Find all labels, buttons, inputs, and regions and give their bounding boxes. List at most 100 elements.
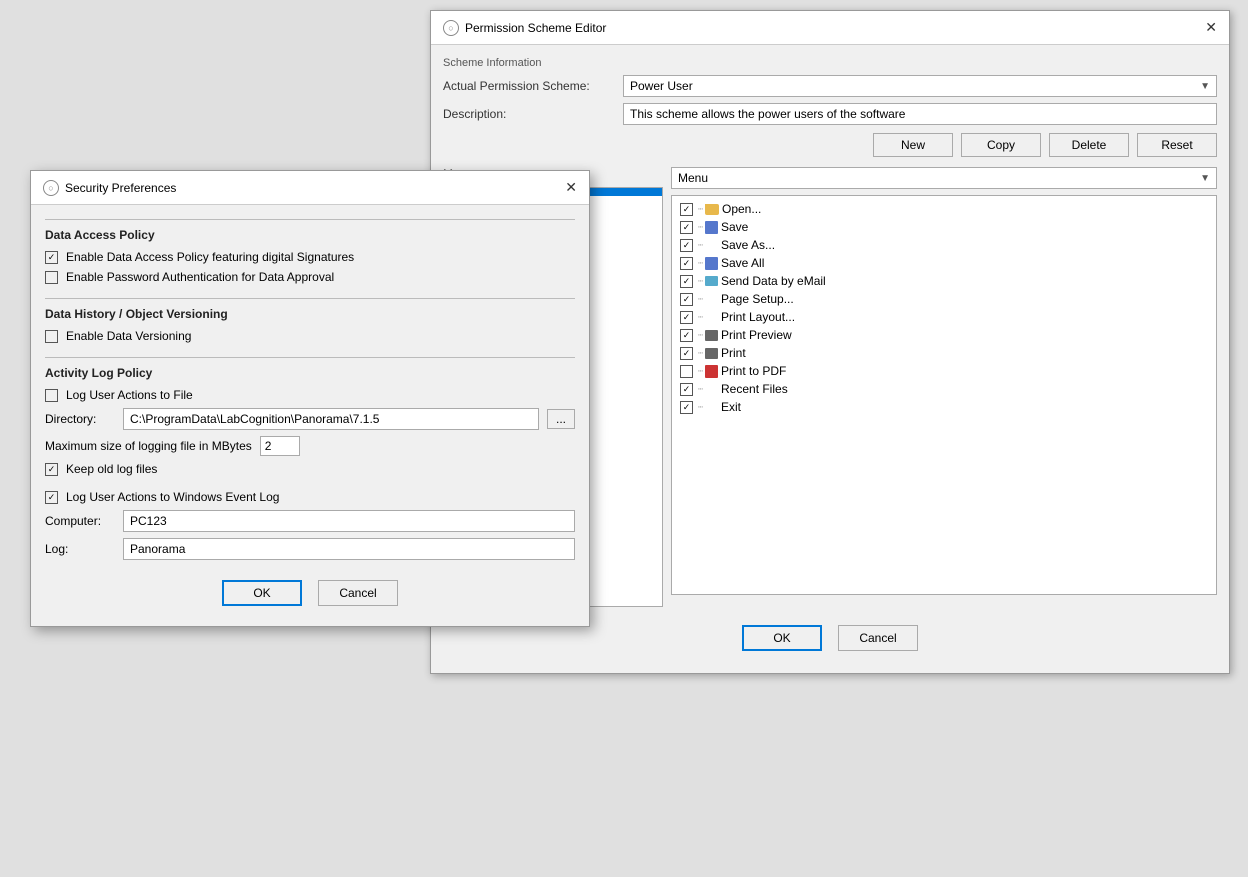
tree-checkbox[interactable]: ✓	[680, 401, 693, 414]
menu-dropdown[interactable]: Menu ▼	[671, 167, 1217, 189]
tree-item[interactable]: ✓ ··· Save All	[676, 254, 1212, 272]
dap-check-1[interactable]: ✓	[45, 251, 58, 264]
al-check-1[interactable]	[45, 389, 58, 402]
activity-log-section: Activity Log Policy Log User Actions to …	[45, 357, 575, 476]
permission-tree: ✓ ··· Open... ✓ ··· Save ✓ ··· Save As..…	[671, 195, 1217, 595]
tree-label: Print Layout...	[721, 310, 795, 324]
keep-logs-label: Keep old log files	[66, 462, 157, 476]
pse-btn-row: New Copy Delete Reset	[443, 133, 1217, 157]
tree-item[interactable]: ✓ ··· Print	[676, 344, 1212, 362]
tree-checkbox[interactable]: ✓	[680, 383, 693, 396]
dap-check-2[interactable]	[45, 271, 58, 284]
tree-dots: ···	[697, 275, 702, 287]
sp-ok-button[interactable]: OK	[222, 580, 302, 606]
max-size-input[interactable]	[260, 436, 300, 456]
new-button[interactable]: New	[873, 133, 953, 157]
description-row: Description:	[443, 103, 1217, 125]
dh-check-1[interactable]	[45, 330, 58, 343]
tree-checkbox[interactable]: ✓	[680, 329, 693, 342]
we-check[interactable]: ✓	[45, 491, 58, 504]
directory-label: Directory:	[45, 412, 115, 426]
tree-checkbox[interactable]: ✓	[680, 347, 693, 360]
data-access-title: Data Access Policy	[45, 228, 575, 242]
sp-window: ○ Security Preferences ✕ Data Access Pol…	[30, 170, 590, 627]
tree-checkbox[interactable]: ✓	[680, 311, 693, 324]
sp-close-button[interactable]: ✕	[565, 179, 577, 196]
log-input[interactable]	[123, 538, 575, 560]
max-size-row: Maximum size of logging file in MBytes	[45, 436, 575, 456]
tree-dots: ···	[697, 221, 702, 233]
delete-button[interactable]: Delete	[1049, 133, 1129, 157]
tree-item[interactable]: ✓ ··· Open...	[676, 200, 1212, 218]
sp-body: Data Access Policy ✓ Enable Data Access …	[31, 205, 589, 626]
tree-item[interactable]: ✓ ··· Print Layout...	[676, 308, 1212, 326]
actual-scheme-label: Actual Permission Scheme:	[443, 79, 623, 93]
description-input[interactable]	[623, 103, 1217, 125]
description-value	[623, 103, 1217, 125]
sp-title-text: Security Preferences	[65, 181, 176, 195]
tree-checkbox[interactable]: ✓	[680, 221, 693, 234]
scheme-info-label: Scheme Information	[443, 57, 1217, 69]
tree-item[interactable]: ✓ ··· Print Preview	[676, 326, 1212, 344]
tree-dots: ···	[697, 329, 702, 341]
sp-footer: OK Cancel	[45, 570, 575, 612]
tree-dots: ···	[697, 293, 702, 305]
tree-label: Save As...	[721, 238, 775, 252]
sp-title-left: ○ Security Preferences	[43, 180, 176, 196]
tree-label: Save All	[721, 256, 764, 270]
tree-item[interactable]: ✓ ··· Exit	[676, 398, 1212, 416]
computer-input[interactable]	[123, 510, 575, 532]
keep-logs-check[interactable]: ✓	[45, 463, 58, 476]
tree-label: Save	[721, 220, 748, 234]
copy-button[interactable]: Copy	[961, 133, 1041, 157]
scheme-dropdown-arrow: ▼	[1200, 81, 1210, 92]
tree-item[interactable]: ✓ ··· Page Setup...	[676, 290, 1212, 308]
tree-checkbox[interactable]: ✓	[680, 239, 693, 252]
dap-label-1: Enable Data Access Policy featuring digi…	[66, 250, 354, 264]
dap-row-2: Enable Password Authentication for Data …	[45, 270, 575, 284]
pse-cancel-button[interactable]: Cancel	[838, 625, 918, 651]
directory-row: Directory: ...	[45, 408, 575, 430]
pse-title-text: Permission Scheme Editor	[465, 21, 606, 35]
tree-dots: ···	[697, 365, 702, 377]
tree-label: Print Preview	[721, 328, 792, 342]
pse-ok-button[interactable]: OK	[742, 625, 822, 651]
description-label: Description:	[443, 107, 623, 121]
tree-checkbox[interactable]: ✓	[680, 275, 693, 288]
tree-label: Send Data by eMail	[721, 274, 826, 288]
tree-dots: ···	[697, 383, 702, 395]
we-row: ✓ Log User Actions to Windows Event Log	[45, 490, 575, 504]
tree-item[interactable]: ✓ ··· Save As...	[676, 236, 1212, 254]
dap-row-1: ✓ Enable Data Access Policy featuring di…	[45, 250, 575, 264]
tree-label: Page Setup...	[721, 292, 794, 306]
we-label: Log User Actions to Windows Event Log	[66, 490, 279, 504]
tree-checkbox[interactable]	[680, 365, 693, 378]
tree-label: Print	[721, 346, 746, 360]
pse-close-button[interactable]: ✕	[1205, 19, 1217, 36]
tree-dots: ···	[697, 347, 702, 359]
scheme-dropdown[interactable]: Power User ▼	[623, 75, 1217, 97]
tree-item[interactable]: ✓ ··· Send Data by eMail	[676, 272, 1212, 290]
browse-button[interactable]: ...	[547, 409, 575, 429]
tree-dots: ···	[697, 239, 702, 251]
tree-label: Exit	[721, 400, 741, 414]
tree-item[interactable]: ✓ ··· Recent Files	[676, 380, 1212, 398]
tree-label: Print to PDF	[721, 364, 786, 378]
log-row: Log:	[45, 538, 575, 560]
tree-dots: ···	[697, 401, 702, 413]
directory-input[interactable]	[123, 408, 539, 430]
tree-item[interactable]: ✓ ··· Save	[676, 218, 1212, 236]
sp-title-icon: ○	[43, 180, 59, 196]
data-access-section: Data Access Policy ✓ Enable Data Access …	[45, 219, 575, 284]
reset-button[interactable]: Reset	[1137, 133, 1217, 157]
tree-checkbox[interactable]: ✓	[680, 293, 693, 306]
scheme-info-section: Scheme Information Actual Permission Sch…	[443, 57, 1217, 125]
al-label-1: Log User Actions to File	[66, 388, 193, 402]
tree-checkbox[interactable]: ✓	[680, 203, 693, 216]
dh-label-1: Enable Data Versioning	[66, 329, 191, 343]
sp-cancel-button[interactable]: Cancel	[318, 580, 398, 606]
pse-right-panel: Menu ▼ ✓ ··· Open... ✓ ··· Save ✓ ··· Sa…	[671, 167, 1217, 607]
tree-checkbox[interactable]: ✓	[680, 257, 693, 270]
tree-item[interactable]: ··· Print to PDF	[676, 362, 1212, 380]
windows-event-section: ✓ Log User Actions to Windows Event Log …	[45, 490, 575, 560]
